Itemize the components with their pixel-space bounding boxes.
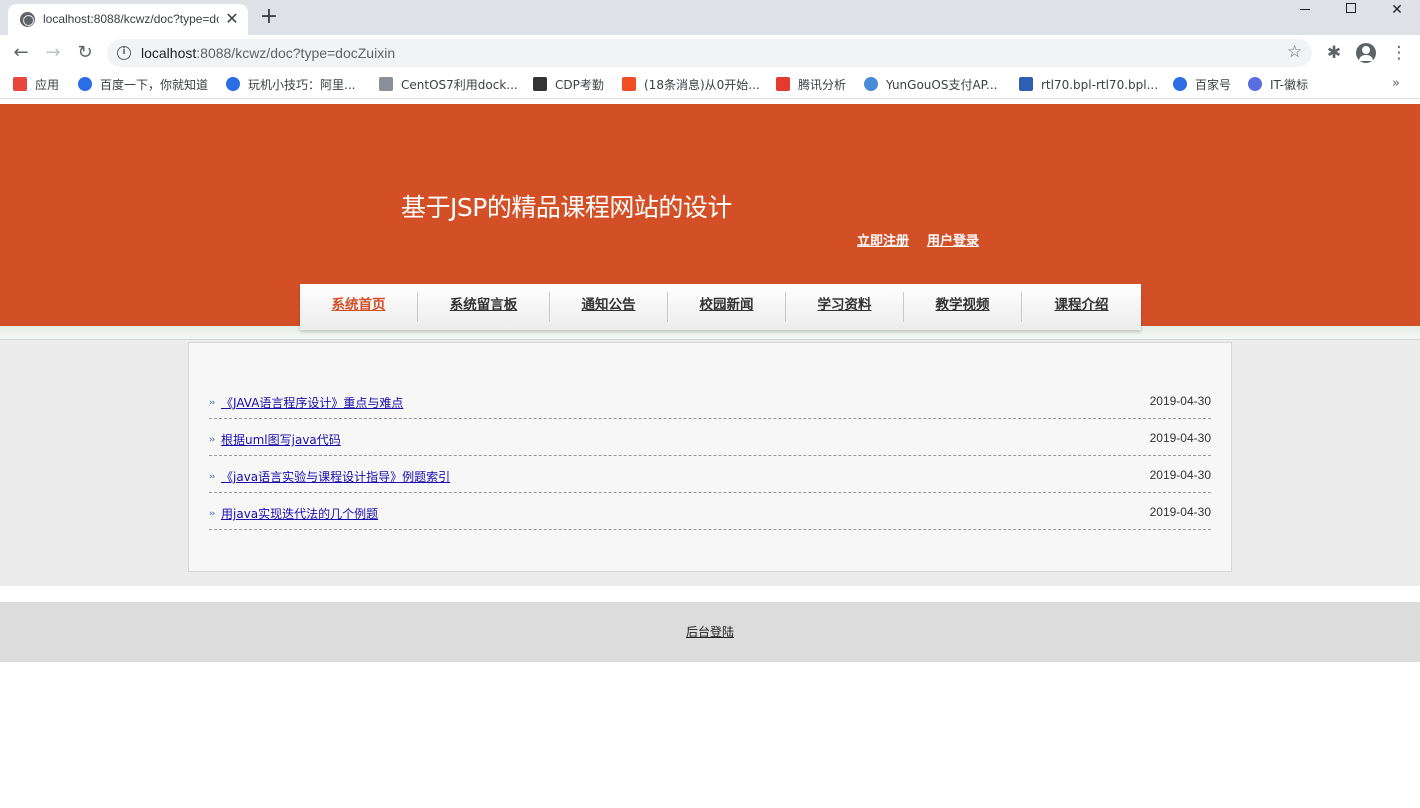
nav-separator <box>417 292 418 322</box>
bookmark-item[interactable]: (18条消息)从0开始... <box>622 76 760 94</box>
doc-list: ›› 《JAVA语言程序设计》重点与难点 2019-04-30 ›› 根据uml图写ja… <box>188 342 1232 572</box>
bookmark-star-icon[interactable]: ☆ <box>1287 42 1302 62</box>
nav-item[interactable]: 学习资料 <box>786 284 903 330</box>
bookmark-label: (18条消息)从0开始... <box>644 78 760 92</box>
nav-item[interactable]: 教学视频 <box>904 284 1021 330</box>
bullet-arrow-icon: ›› <box>209 472 215 482</box>
bookmarks-bar: » 应用 百度一下，你就知道 玩机小技巧：阿里... CentOS7利用dock...… <box>0 71 1420 99</box>
csdn-c-icon <box>622 77 636 91</box>
close-tab-icon[interactable]: ✕ <box>222 9 242 29</box>
baidu-paw-icon <box>226 77 240 91</box>
doc-row: ›› 《java语言实验与课程设计指导》例题索引 2019-04-30 <box>209 456 1211 493</box>
nav-item[interactable]: 系统首页 <box>300 284 417 330</box>
browser-menu-icon[interactable]: ⋮ <box>1388 42 1410 64</box>
yungou-icon <box>864 77 878 91</box>
extensions-puzzle-icon[interactable]: ✱ <box>1323 42 1345 64</box>
reload-icon[interactable]: ↻ <box>70 38 100 68</box>
site-title: 基于JSP的精品课程网站的设计 <box>401 193 732 222</box>
footer: 后台登陆 <box>0 602 1420 662</box>
maximize-window-button[interactable] <box>1328 0 1374 32</box>
bookmark-item[interactable]: 腾讯分析 <box>776 76 846 94</box>
browser-tabstrip: localhost:8088/kcwz/doc?type=docZuixin ✕… <box>0 0 1420 35</box>
admin-login-link[interactable]: 后台登陆 <box>686 623 734 640</box>
bookmark-label: rtl70.bpl-rtl70.bpl... <box>1041 78 1159 92</box>
nav-item[interactable]: 通知公告 <box>550 284 667 330</box>
login-link[interactable]: 用户登录 <box>927 230 979 249</box>
c-circle-icon <box>1248 77 1262 91</box>
baidu-paw-icon <box>78 77 92 91</box>
bookmark-label: CentOS7利用dock... <box>401 78 518 92</box>
nav-separator <box>903 292 904 322</box>
bookmark-item[interactable]: CentOS7利用dock... <box>379 76 518 94</box>
bullet-arrow-icon: ›› <box>209 398 215 408</box>
bookmark-item[interactable]: YunGouOS支付AP... <box>864 76 998 94</box>
doc-row: ›› 《JAVA语言程序设计》重点与难点 2019-04-30 <box>209 382 1211 419</box>
doc-row: ›› 用java实现迭代法的几个例题 2019-04-30 <box>209 493 1211 530</box>
doc-date: 2019-04-30 <box>1149 468 1211 482</box>
apps-grid-icon <box>13 77 27 91</box>
bookmark-item[interactable]: rtl70.bpl-rtl70.bpl... <box>1019 76 1158 94</box>
tab-title: localhost:8088/kcwz/doc?type=docZuixin <box>43 12 219 26</box>
profile-avatar-icon[interactable] <box>1356 43 1376 63</box>
chart-icon <box>533 77 547 91</box>
doc-title-link[interactable]: 根据uml图写java代码 <box>221 431 341 448</box>
bullet-arrow-icon: ›› <box>209 509 215 519</box>
bullet-arrow-icon: ›› <box>209 435 215 445</box>
nav-separator <box>1021 292 1022 322</box>
baidu-paw-icon <box>1173 77 1187 91</box>
nav-separator <box>785 292 786 322</box>
new-tab-button[interactable]: + <box>256 5 282 31</box>
nav-item[interactable]: 校园新闻 <box>668 284 785 330</box>
bookmarks-overflow-icon[interactable]: » <box>1392 76 1400 91</box>
doc-row: ›› 根据uml图写java代码 2019-04-30 <box>209 419 1211 456</box>
nav-item[interactable]: 系统留言板 <box>418 284 549 330</box>
bookmark-item[interactable]: IT-徽标 <box>1248 76 1308 94</box>
main-nav: 系统首页 系统留言板 通知公告 校园新闻 学习资料 教学视频 课程介绍 <box>300 284 1141 330</box>
register-link[interactable]: 立即注册 <box>857 230 909 249</box>
globe-icon <box>20 12 35 27</box>
back-arrow-icon[interactable]: ← <box>6 38 36 68</box>
bookmark-label: IT-徽标 <box>1270 78 1309 92</box>
bookmark-label: 腾讯分析 <box>798 78 847 92</box>
bookmark-item[interactable]: 应用 <box>13 76 59 94</box>
nav-item[interactable]: 课程介绍 <box>1022 284 1141 330</box>
page: 基于JSP的精品课程网站的设计 立即注册 用户登录 系统首页 系统留言板 通知公告校… <box>0 104 1420 808</box>
site-thumbnail-icon <box>379 77 393 91</box>
bookmark-item[interactable]: 百家号 <box>1173 76 1231 94</box>
url-text[interactable]: localhost:8088/kcwz/doc?type=docZuixin <box>141 45 395 61</box>
bookmark-label: 玩机小技巧：阿里... <box>248 78 356 92</box>
doc-title-link[interactable]: 《java语言实验与课程设计指导》例题索引 <box>221 468 450 485</box>
nav-separator <box>549 292 550 322</box>
bookmark-item[interactable]: 百度一下，你就知道 <box>78 76 208 94</box>
minimize-window-button[interactable] <box>1282 0 1328 32</box>
browser-toolbar: ← → ↻ i localhost:8088/kcwz/doc?type=doc… <box>0 35 1420 71</box>
bookmark-label: CDP考勤 <box>555 78 604 92</box>
doc-title-link[interactable]: 用java实现迭代法的几个例题 <box>221 505 378 522</box>
doc-title-link[interactable]: 《JAVA语言程序设计》重点与难点 <box>221 394 403 411</box>
nav-separator <box>667 292 668 322</box>
forward-arrow-icon[interactable]: → <box>38 38 68 68</box>
site-info-icon[interactable]: i <box>117 46 131 60</box>
bookmark-label: 应用 <box>35 78 60 92</box>
bookmark-label: YunGouOS支付AP... <box>886 78 998 92</box>
doc-date: 2019-04-30 <box>1149 505 1211 519</box>
browser-tab[interactable]: localhost:8088/kcwz/doc?type=docZuixin ✕ <box>8 4 248 35</box>
address-bar[interactable]: i localhost:8088/kcwz/doc?type=docZuixin… <box>107 39 1312 67</box>
tencent-icon <box>776 77 790 91</box>
feather-icon <box>1019 77 1033 91</box>
bookmark-item[interactable]: 玩机小技巧：阿里... <box>226 76 355 94</box>
doc-date: 2019-04-30 <box>1149 431 1211 445</box>
bookmark-label: 百度一下，你就知道 <box>100 78 209 92</box>
close-window-button[interactable]: ✕ <box>1374 0 1420 32</box>
bookmark-label: 百家号 <box>1195 78 1232 92</box>
bookmark-item[interactable]: CDP考勤 <box>533 76 604 94</box>
doc-date: 2019-04-30 <box>1149 394 1211 408</box>
